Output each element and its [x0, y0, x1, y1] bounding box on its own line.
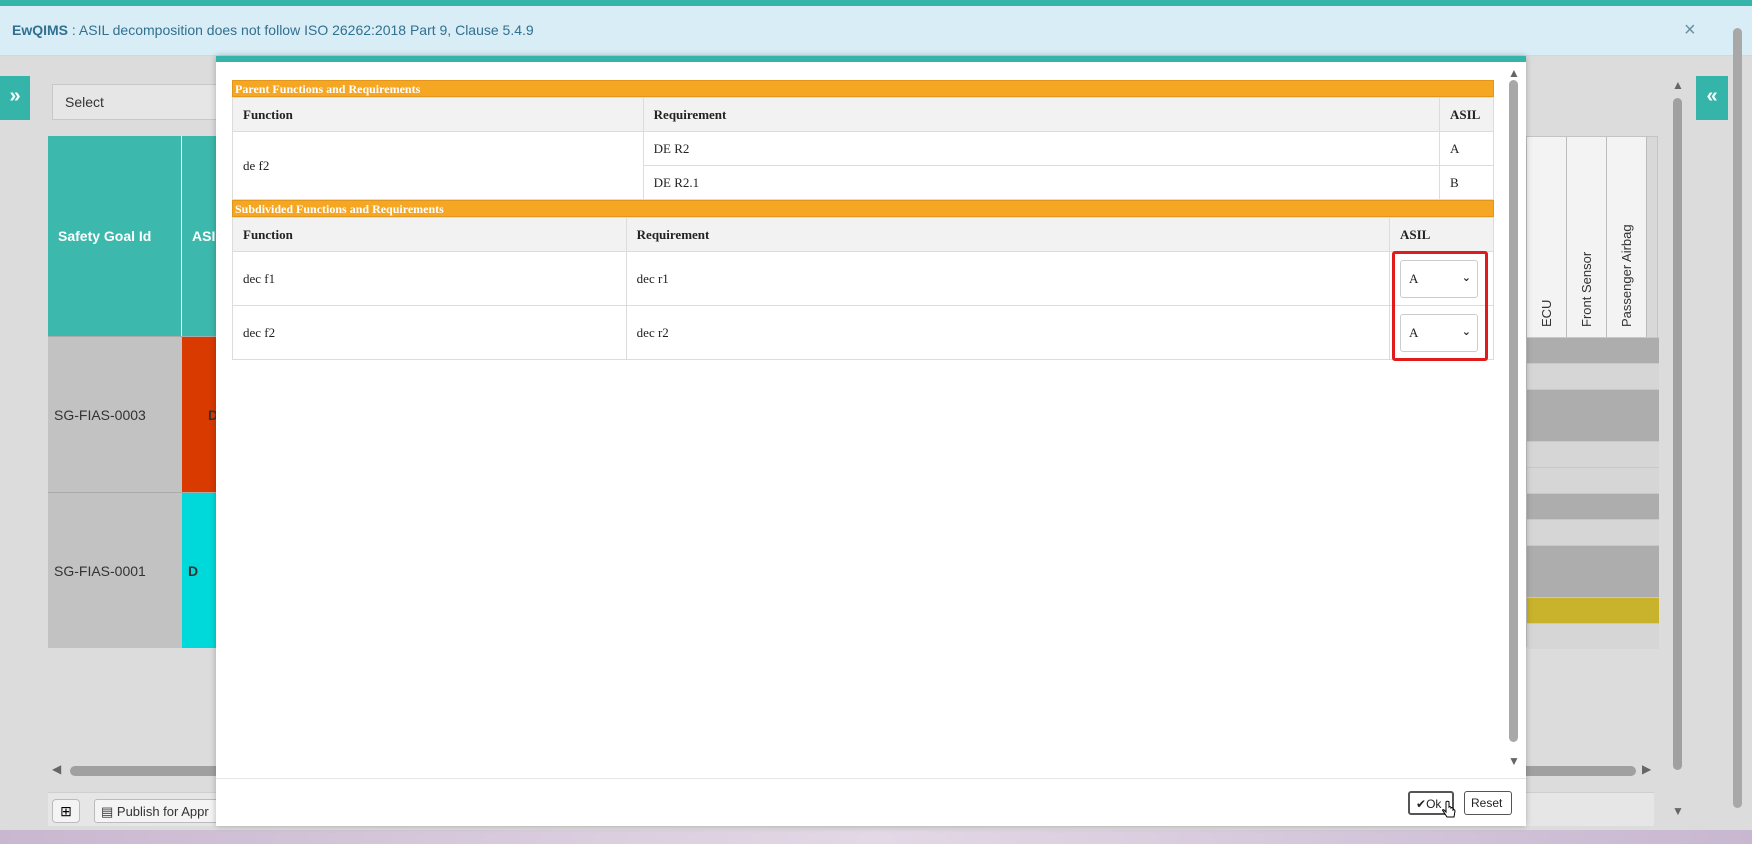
highlight-box: [1392, 251, 1488, 361]
column-header-requirement: Requirement: [625, 217, 1391, 252]
expand-right-panel-button[interactable]: «: [1696, 76, 1728, 120]
scroll-up-icon[interactable]: ▲: [1508, 66, 1520, 80]
requirement-cell: DE R2.1: [642, 165, 1440, 200]
notification-message: EwQIMS : ASIL decomposition does not fol…: [12, 22, 534, 38]
table-row-id[interactable]: SG-FIAS-0001: [48, 492, 182, 648]
subdivided-table: Function Requirement ASIL dec f1 dec r1 …: [232, 217, 1494, 360]
function-cell: dec f2: [232, 305, 627, 360]
notification-text: ASIL decomposition does not follow ISO 2…: [78, 22, 534, 38]
requirement-cell: dec r1: [625, 251, 1391, 306]
page-scrollbar[interactable]: [1730, 20, 1744, 820]
dialog-body: Parent Functions and Requirements Functi…: [232, 80, 1495, 360]
scroll-up-icon[interactable]: ▲: [1672, 78, 1684, 92]
column-header-function: Function: [232, 217, 627, 252]
column-label: Passenger Airbag: [1619, 224, 1634, 327]
check-icon: ✔: [1416, 797, 1427, 811]
publish-icon: ▤: [101, 804, 117, 819]
notification-bar: EwQIMS : ASIL decomposition does not fol…: [0, 6, 1752, 56]
scrollbar-thumb[interactable]: [1673, 98, 1682, 770]
function-cell: dec f1: [232, 251, 627, 306]
grid-row: [1527, 363, 1659, 389]
reset-button[interactable]: Reset: [1464, 791, 1512, 815]
page-bottom-strip: [0, 830, 1752, 844]
asil-decomposition-dialog: Parent Functions and Requirements Functi…: [216, 56, 1526, 826]
publish-for-approval-button[interactable]: ▤ Publish for Appr: [94, 799, 224, 823]
section-title-parent: Parent Functions and Requirements: [232, 80, 1494, 97]
scroll-down-icon[interactable]: ▼: [1672, 804, 1684, 818]
notification-separator: :: [68, 22, 79, 38]
filter-select[interactable]: Select: [52, 84, 222, 120]
grid-row: [1527, 467, 1659, 493]
column-header-asil: ASIL: [1389, 217, 1494, 252]
column-header-front-sensor: Front Sensor: [1567, 137, 1607, 337]
dialog-scrollbar[interactable]: [1506, 66, 1520, 766]
requirement-cell: DE R2: [642, 131, 1440, 166]
scroll-down-icon[interactable]: ▼: [1508, 754, 1520, 768]
hand-cursor-icon: [1442, 800, 1456, 818]
expand-left-panel-button[interactable]: »: [0, 76, 30, 120]
column-label: ECU: [1539, 299, 1554, 327]
grid-row: [1527, 441, 1659, 467]
column-header-passenger-airbag: Passenger Airbag: [1607, 137, 1647, 337]
grid-row: [1527, 493, 1659, 519]
grid-row: [1527, 337, 1659, 363]
scroll-right-icon[interactable]: ▶: [1642, 762, 1651, 776]
section-title-subdivided: Subdivided Functions and Requirements: [232, 200, 1494, 217]
dialog-accent-bar: [216, 56, 1526, 62]
column-header-function: Function: [232, 97, 644, 132]
allocation-grid: ECU Front Sensor Passenger Airbag: [1526, 136, 1659, 649]
asil-cell: B: [1438, 165, 1495, 200]
grid-row: [1527, 597, 1659, 623]
table-row-id[interactable]: SG-FIAS-0003: [48, 336, 182, 492]
column-label: Front Sensor: [1579, 251, 1594, 327]
parent-function-cell: de f2: [232, 131, 644, 200]
column-header-requirement: Requirement: [642, 97, 1440, 132]
dialog-footer: ✔Ok Reset: [216, 778, 1526, 826]
grid-row: [1527, 519, 1659, 545]
close-icon[interactable]: ×: [1684, 20, 1696, 40]
column-header-asil: ASIL: [1438, 97, 1495, 132]
asil-cell: A: [1438, 131, 1495, 166]
publish-label: Publish for Appr: [116, 804, 209, 819]
parent-table: Function Requirement ASIL de f2 DE R2 A …: [232, 97, 1495, 200]
grid-row: [1527, 389, 1659, 441]
notification-app-name: EwQIMS: [12, 22, 69, 38]
requirement-cell: dec r2: [625, 305, 1391, 360]
grid-row: [1527, 545, 1659, 597]
scroll-left-icon[interactable]: ◀: [52, 762, 61, 776]
grid-icon[interactable]: ⊞: [52, 799, 80, 823]
column-header-safety-goal-id[interactable]: Safety Goal Id: [48, 136, 182, 336]
scrollbar-thumb[interactable]: [1509, 80, 1518, 742]
scrollbar-thumb[interactable]: [1733, 28, 1742, 808]
ok-label: Ok: [1426, 797, 1442, 811]
column-header-ecu: ECU: [1527, 137, 1567, 337]
grid-row: [1527, 623, 1659, 649]
vertical-scrollbar[interactable]: [1670, 80, 1684, 810]
